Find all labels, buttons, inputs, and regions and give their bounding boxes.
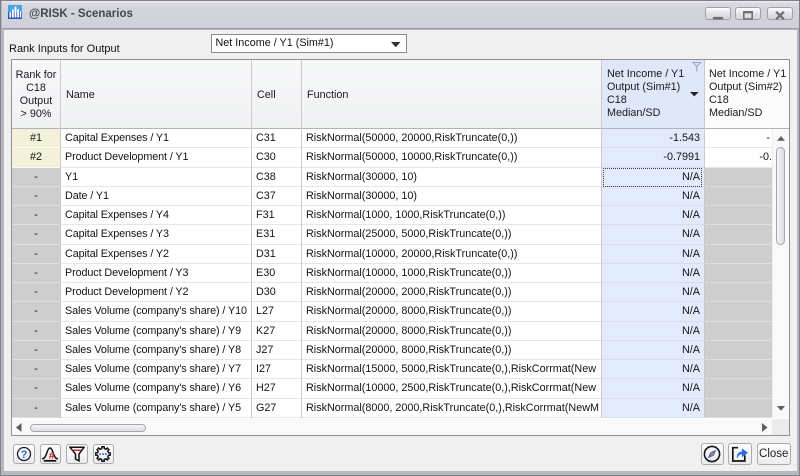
svg-text:?: ? [20,449,27,461]
svg-text:#: # [49,450,55,462]
